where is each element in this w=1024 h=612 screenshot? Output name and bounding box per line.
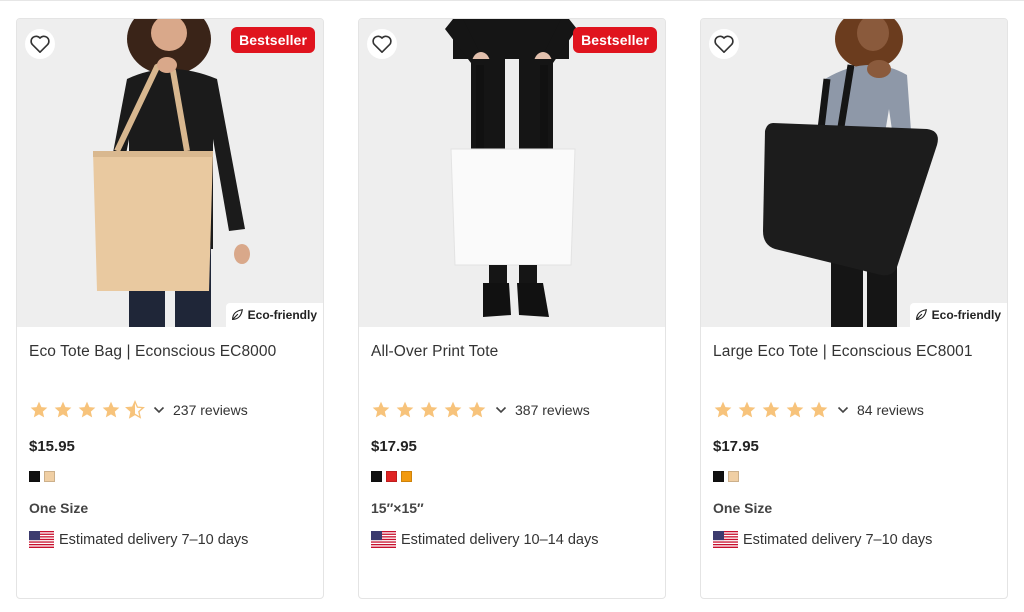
- delivery-estimate: Estimated delivery 7–10 days: [713, 531, 932, 548]
- size-label: One Size: [713, 500, 773, 516]
- favorite-button[interactable]: [367, 29, 397, 59]
- eco-friendly-text: Eco-friendly: [247, 308, 317, 322]
- star-icon: [714, 401, 732, 418]
- rating-row: 237 reviews: [29, 399, 248, 421]
- heart-outline-icon: [372, 35, 392, 53]
- us-flag-icon: [713, 531, 738, 548]
- star-icon: [396, 401, 414, 418]
- chevron-down-icon[interactable]: [153, 406, 165, 414]
- star-icon: [420, 401, 438, 418]
- star-icon: [78, 401, 96, 418]
- product-card[interactable]: Bestseller All-Over Print Tote 387 revie…: [358, 18, 666, 599]
- delivery-estimate: Estimated delivery 7–10 days: [29, 531, 248, 548]
- leaf-icon: [915, 309, 927, 320]
- star-icon: [786, 401, 804, 418]
- heart-outline-icon: [714, 35, 734, 53]
- product-title[interactable]: All-Over Print Tote: [371, 343, 498, 361]
- product-photo-eco-tote: [17, 19, 323, 327]
- star-icon: [54, 401, 72, 418]
- favorite-button[interactable]: [25, 29, 55, 59]
- leaf-icon: [231, 309, 243, 320]
- bestseller-badge: Bestseller: [231, 27, 315, 53]
- delivery-text: Estimated delivery 10–14 days: [401, 531, 599, 548]
- color-swatches: [29, 471, 59, 482]
- delivery-estimate: Estimated delivery 10–14 days: [371, 531, 598, 548]
- favorite-button[interactable]: [709, 29, 739, 59]
- eco-friendly-label: Eco-friendly: [225, 303, 323, 327]
- heart-outline-icon: [30, 35, 50, 53]
- star-half-icon: [125, 400, 145, 419]
- product-title[interactable]: Large Eco Tote | Econscious EC8001: [713, 343, 973, 361]
- color-swatches: [371, 471, 416, 482]
- product-price: $15.95: [29, 438, 75, 455]
- star-icon: [810, 401, 828, 418]
- color-swatch-black[interactable]: [29, 471, 40, 482]
- product-price: $17.95: [371, 438, 417, 455]
- rating-row: 84 reviews: [713, 399, 924, 421]
- reviews-link[interactable]: 84 reviews: [857, 402, 924, 418]
- delivery-text: Estimated delivery 7–10 days: [743, 531, 933, 548]
- product-image[interactable]: Bestseller Eco-friendly: [17, 19, 323, 327]
- star-rating: [713, 400, 833, 420]
- star-rating: [371, 400, 491, 420]
- star-icon: [444, 401, 462, 418]
- star-icon: [102, 401, 120, 418]
- color-swatch-orange[interactable]: [401, 471, 412, 482]
- product-image[interactable]: Eco-friendly: [701, 19, 1007, 327]
- product-card[interactable]: Bestseller Eco-friendly Eco Tote Bag | E…: [16, 18, 324, 599]
- eco-friendly-label: Eco-friendly: [909, 303, 1007, 327]
- star-icon: [372, 401, 390, 418]
- eco-friendly-text: Eco-friendly: [931, 308, 1001, 322]
- size-label: 15″×15″: [371, 500, 424, 516]
- color-swatches: [713, 471, 743, 482]
- rating-row: 387 reviews: [371, 399, 590, 421]
- product-title[interactable]: Eco Tote Bag | Econscious EC8000: [29, 343, 276, 361]
- bestseller-badge: Bestseller: [573, 27, 657, 53]
- reviews-link[interactable]: 237 reviews: [173, 402, 248, 418]
- color-swatch-natural[interactable]: [44, 471, 55, 482]
- reviews-link[interactable]: 387 reviews: [515, 402, 590, 418]
- color-swatch-natural[interactable]: [728, 471, 739, 482]
- chevron-down-icon[interactable]: [495, 406, 507, 414]
- star-icon: [30, 401, 48, 418]
- size-label: One Size: [29, 500, 89, 516]
- star-rating: [29, 400, 149, 420]
- us-flag-icon: [371, 531, 396, 548]
- us-flag-icon: [29, 531, 54, 548]
- color-swatch-black[interactable]: [713, 471, 724, 482]
- product-image[interactable]: Bestseller: [359, 19, 665, 327]
- color-swatch-red[interactable]: [386, 471, 397, 482]
- product-price: $17.95: [713, 438, 759, 455]
- star-icon: [738, 401, 756, 418]
- delivery-text: Estimated delivery 7–10 days: [59, 531, 249, 548]
- product-card[interactable]: Eco-friendly Large Eco Tote | Econscious…: [700, 18, 1008, 599]
- product-photo-all-over-print-tote: [359, 19, 665, 327]
- star-icon: [762, 401, 780, 418]
- star-icon: [468, 401, 486, 418]
- color-swatch-black[interactable]: [371, 471, 382, 482]
- product-photo-large-eco-tote: [701, 19, 1007, 327]
- chevron-down-icon[interactable]: [837, 406, 849, 414]
